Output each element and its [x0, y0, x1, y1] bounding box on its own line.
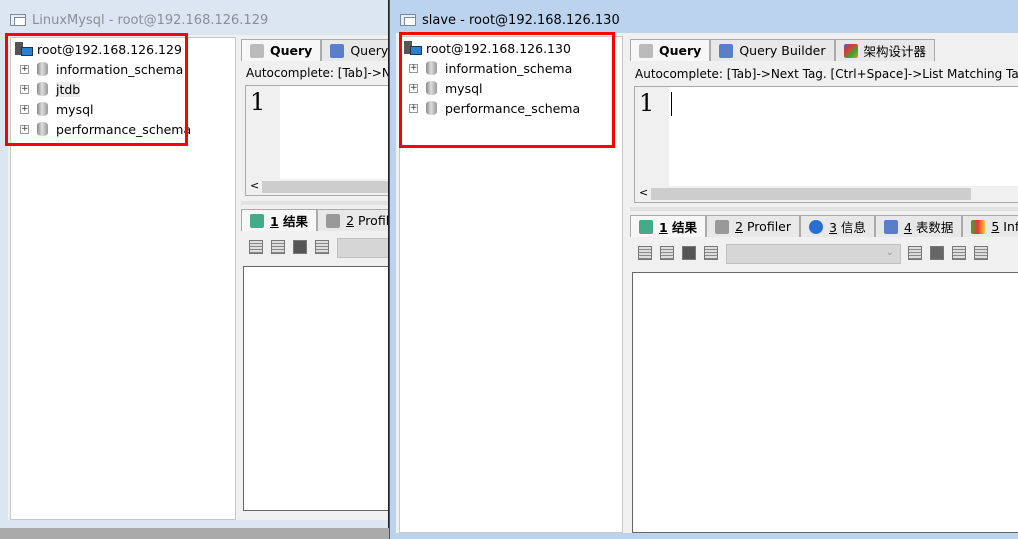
tab-label: Query	[659, 43, 702, 58]
profiler-icon	[715, 219, 730, 234]
splitter[interactable]	[241, 201, 388, 205]
refresh-icon[interactable]	[271, 240, 285, 254]
form-view-icon[interactable]	[315, 240, 329, 254]
highlight-box	[399, 32, 615, 148]
tab-label: Profil	[354, 213, 389, 228]
add-row-icon[interactable]	[908, 246, 922, 260]
splitter[interactable]	[630, 207, 1018, 211]
form-view-icon[interactable]	[704, 246, 718, 260]
highlight-box	[5, 33, 188, 146]
delete-row-icon[interactable]	[952, 246, 966, 260]
export-icon[interactable]	[638, 246, 652, 260]
horizontal-scrollbar[interactable]: <	[246, 179, 388, 195]
window-title-bar[interactable]: slave - root@192.168.126.130	[400, 10, 620, 30]
cancel-icon[interactable]	[974, 246, 988, 260]
right-connection-window[interactable]: slave - root@192.168.126.130 root@192.16…	[389, 0, 1018, 539]
edit-toolbar	[908, 246, 988, 260]
window-icon	[400, 14, 416, 26]
result-grid[interactable]	[243, 266, 388, 511]
tab-number: 2	[735, 219, 744, 234]
export-icon[interactable]	[249, 240, 263, 254]
line-number: 1	[635, 87, 669, 186]
result-grid[interactable]	[632, 272, 1018, 533]
scroll-left-icon[interactable]: <	[250, 179, 259, 192]
table-icon	[883, 219, 898, 234]
grid-view-icon[interactable]	[293, 240, 307, 254]
line-number: 1	[246, 86, 280, 179]
tab-results[interactable]: 1 结果	[630, 215, 707, 237]
tab-label: Profiler	[743, 219, 791, 234]
tab-label: Query Builder	[739, 43, 826, 58]
result-toolbar	[249, 240, 329, 254]
left-connection-window[interactable]: LinuxMysql - root@192.168.126.129 root@1…	[0, 0, 389, 528]
query-icon	[639, 43, 653, 58]
tab-table-data[interactable]: 4 表数据	[874, 215, 963, 237]
result-tabs: 1 结果 2 Profil	[241, 209, 389, 231]
query-builder-icon	[719, 43, 734, 58]
text-cursor	[671, 92, 672, 116]
sql-editor[interactable]: 1 <	[634, 86, 1018, 203]
tab-profiler[interactable]: 2 Profil	[317, 209, 389, 231]
window-title: LinuxMysql - root@192.168.126.129	[32, 12, 269, 28]
result-select[interactable]: ⌄	[726, 244, 901, 264]
tab-query[interactable]: Query	[241, 39, 322, 61]
tab-label: 架构设计器	[863, 44, 927, 59]
query-builder-icon	[330, 43, 345, 58]
tab-label: 信息	[836, 220, 866, 235]
tab-number: 1	[659, 220, 668, 235]
tab-query-builder[interactable]: Query Builder	[710, 39, 835, 61]
tab-results[interactable]: 1 结果	[241, 209, 318, 231]
tab-profiler[interactable]: 2 Profiler	[706, 215, 800, 237]
tab-number: 4	[903, 220, 912, 235]
results-icon	[639, 219, 653, 234]
tab-number: 1	[270, 214, 279, 229]
scroll-left-icon[interactable]: <	[639, 186, 648, 199]
result-tabs: 1 结果 2 Profiler 3 信息 4 表数据 5 Inf	[630, 215, 1018, 237]
tab-label: Query Bu	[350, 43, 389, 58]
chevron-down-icon[interactable]: ⌄	[886, 247, 894, 258]
window-icon	[10, 14, 26, 26]
tab-label: 结果	[278, 214, 309, 229]
query-icon	[250, 43, 264, 58]
tab-label: Query	[270, 43, 313, 58]
tab-label: Inf	[999, 219, 1018, 234]
autocomplete-hint: Autocomplete: [Tab]->Ne	[246, 66, 389, 80]
tab-query[interactable]: Query	[630, 39, 711, 61]
tab-label: 结果	[667, 220, 698, 235]
tab-messages[interactable]: 3 信息	[800, 215, 875, 237]
schema-designer-icon	[843, 43, 858, 58]
scrollbar-thumb[interactable]	[651, 188, 971, 200]
profiler-icon	[326, 213, 341, 228]
result-toolbar	[638, 246, 718, 260]
save-icon[interactable]	[930, 246, 944, 260]
tab-number: 2	[346, 213, 355, 228]
refresh-icon[interactable]	[660, 246, 674, 260]
autocomplete-hint: Autocomplete: [Tab]->Next Tag. [Ctrl+Spa…	[635, 67, 1018, 81]
tab-label: 表数据	[911, 220, 954, 235]
editor-tabs: Query Query Bu	[241, 39, 389, 61]
sql-editor[interactable]: 1 <	[245, 85, 388, 196]
grid-view-icon[interactable]	[682, 246, 696, 260]
tab-number: 3	[829, 220, 837, 235]
tab-schema-designer[interactable]: 架构设计器	[834, 39, 936, 61]
shapes-icon	[971, 219, 986, 234]
tab-info[interactable]: 5 Inf	[962, 215, 1018, 237]
results-icon	[250, 213, 264, 228]
result-select[interactable]	[337, 238, 388, 258]
editor-tabs: Query Query Builder 架构设计器	[630, 39, 936, 61]
scrollbar-thumb[interactable]	[262, 181, 388, 193]
info-icon	[809, 219, 823, 234]
horizontal-scrollbar[interactable]: <	[635, 186, 1018, 202]
tab-query-builder[interactable]: Query Bu	[321, 39, 389, 61]
window-title-bar[interactable]: LinuxMysql - root@192.168.126.129	[10, 10, 268, 30]
window-title: slave - root@192.168.126.130	[422, 12, 620, 28]
